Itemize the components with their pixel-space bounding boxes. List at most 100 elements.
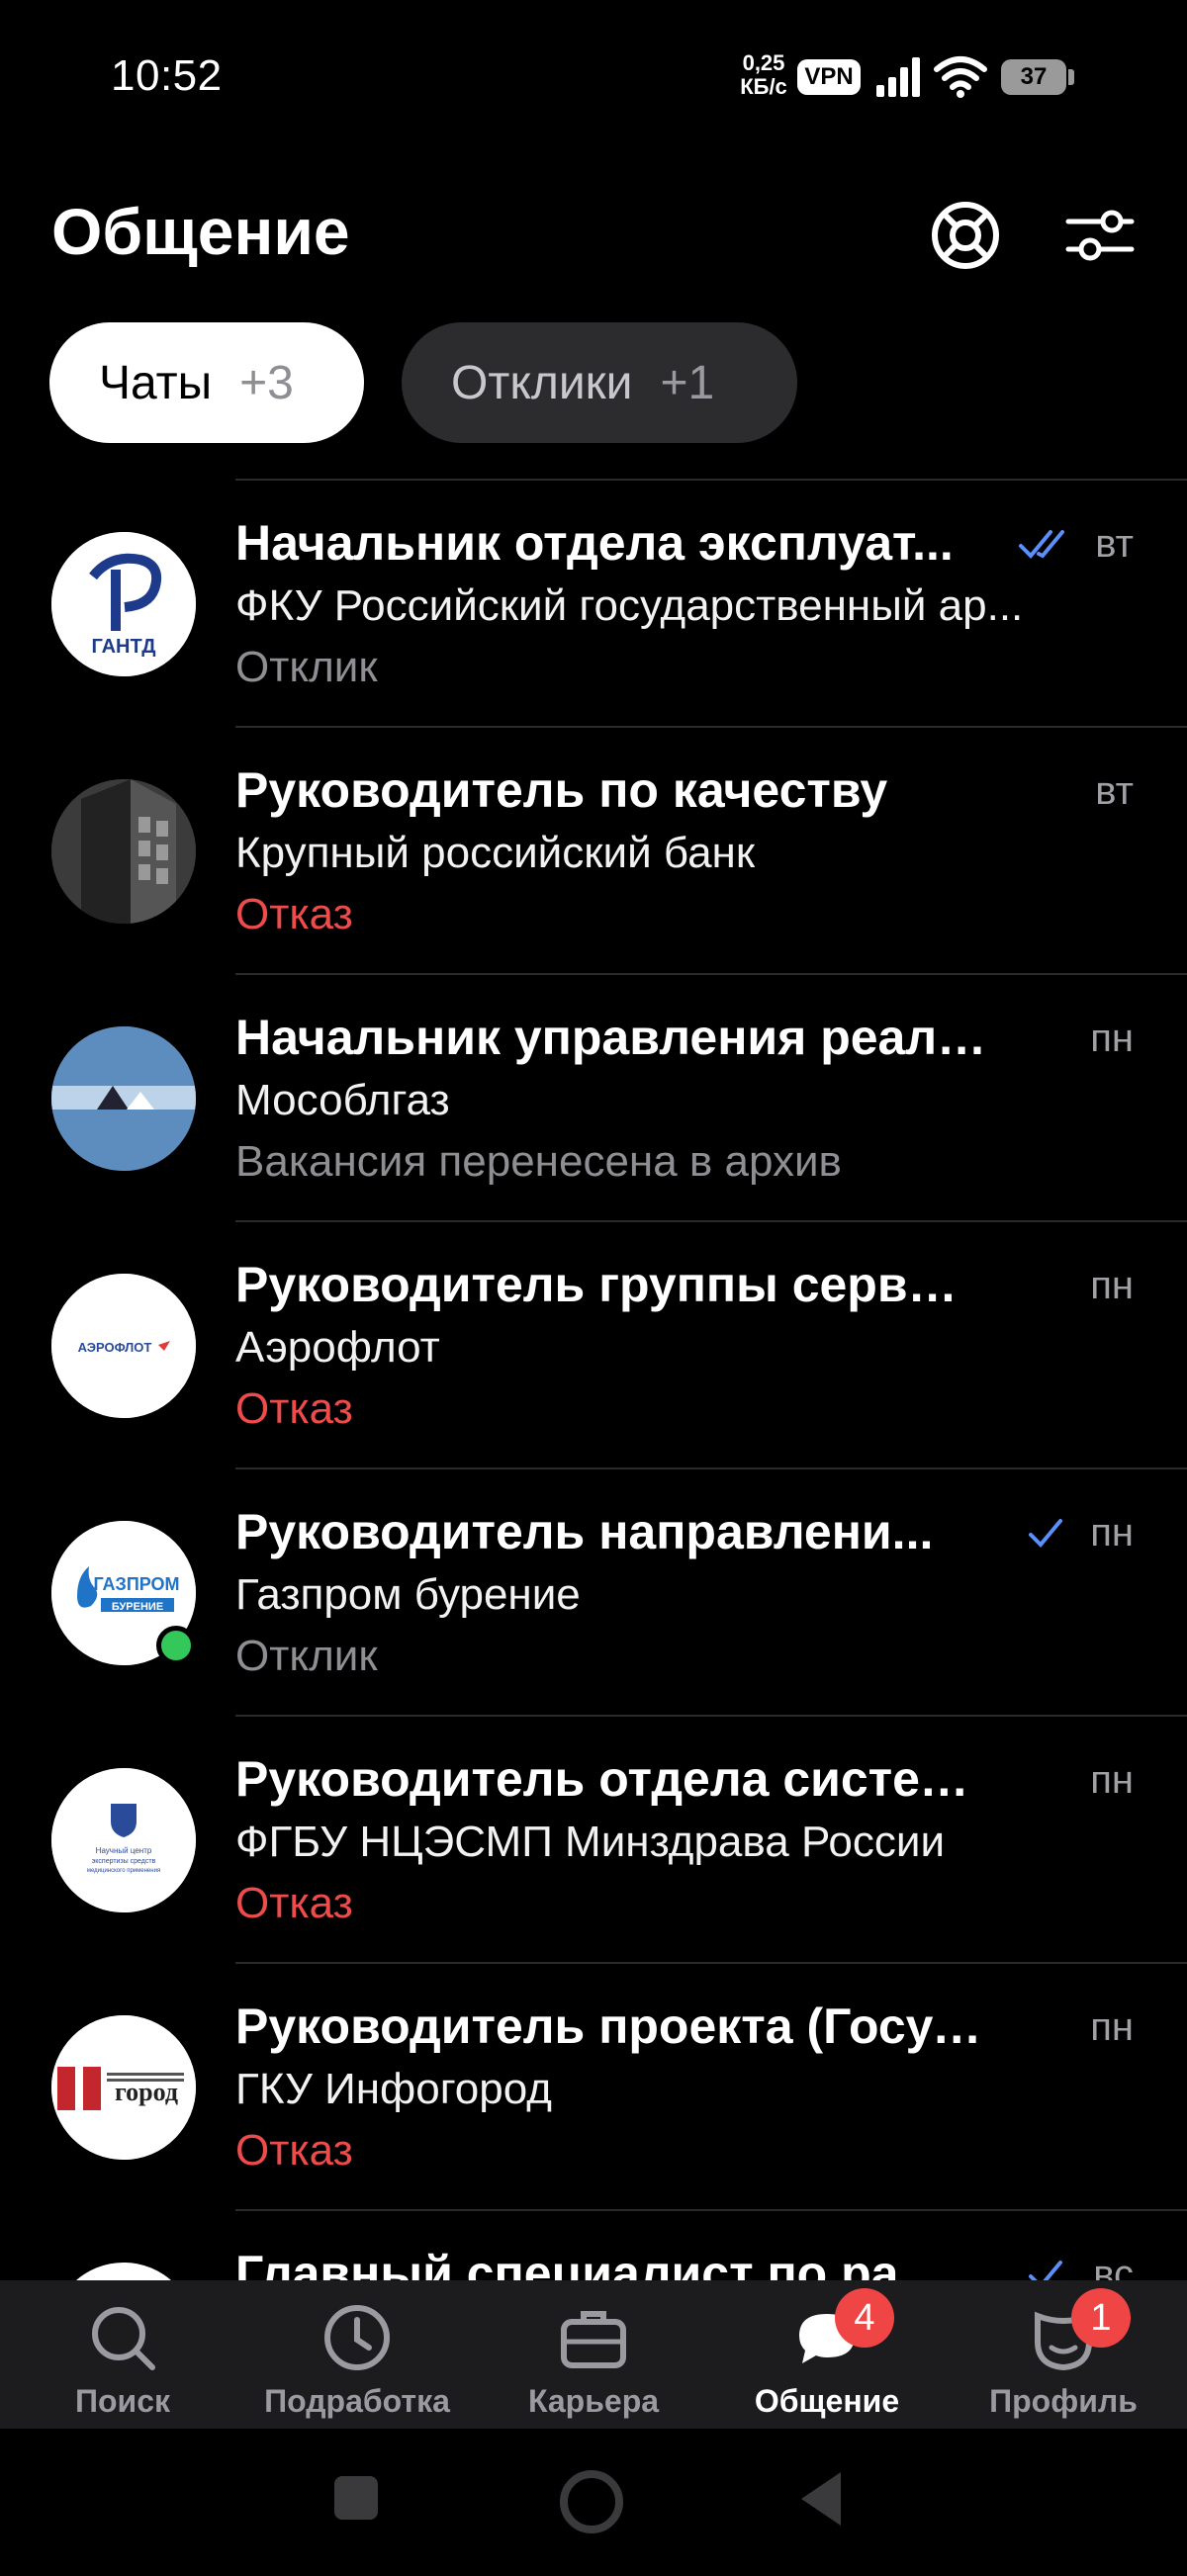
chat-status: Вакансия перенесена в архив — [235, 1137, 842, 1186]
signal-icon — [876, 57, 920, 97]
chat-day: пн — [1090, 1511, 1134, 1554]
chat-title: Главный специалист по ра... — [235, 2246, 941, 2280]
double-check-icon — [1019, 530, 1064, 559]
svg-text:АЭРОФЛОТ: АЭРОФЛОТ — [78, 1340, 152, 1355]
chat-list[interactable]: ГАНТД Начальник отдела эксплуат... вт ФК… — [0, 479, 1187, 2280]
svg-text:ГАЗПРОМ: ГАЗПРОМ — [93, 1574, 179, 1594]
chat-status: Отклик — [235, 1632, 378, 1680]
filter-button[interactable] — [1058, 194, 1141, 277]
chat-company: Аэрофлот — [235, 1323, 440, 1372]
nav-profile[interactable]: 1 Профиль — [945, 2280, 1182, 2429]
building-icon — [51, 779, 196, 924]
chat-company: Крупный российский банк — [235, 829, 756, 877]
tab-responses-label: Отклики — [451, 356, 633, 409]
avatar — [51, 2263, 196, 2280]
chat-title: Начальник управления реали... — [235, 1010, 987, 1065]
infogorod-logo: город — [51, 2015, 196, 2160]
search-icon — [92, 2307, 155, 2370]
nav-side-jobs[interactable]: Подработка — [238, 2280, 476, 2429]
notification-badge: 1 — [1071, 2288, 1131, 2348]
svg-text:город: город — [115, 2078, 178, 2106]
battery-indicator: 37 — [1001, 59, 1066, 95]
tab-chats-label: Чаты — [99, 356, 213, 409]
online-indicator — [156, 1626, 196, 1665]
chat-title: Руководитель по качеству — [235, 762, 888, 818]
nc-esmp-logo: Научный центр экспертизы средств медицин… — [51, 1768, 196, 1912]
chat-item[interactable]: ГАЗПРОМ БУРЕНИЕ Руководитель направлени.… — [0, 1467, 1187, 1715]
tab-chats[interactable]: Чаты +3 — [49, 322, 364, 443]
divider — [235, 1962, 1187, 1964]
chat-day: пн — [1090, 1758, 1134, 1802]
nav-chats[interactable]: 4 Общение — [708, 2280, 946, 2429]
back-button[interactable] — [795, 2468, 845, 2530]
chat-status: Отклик — [235, 643, 378, 691]
chat-status: Отказ — [235, 2126, 353, 2175]
status-time: 10:52 — [111, 51, 223, 100]
avatar: ГАНТД — [51, 532, 196, 676]
check-icon — [1029, 2261, 1062, 2280]
chat-title: Начальник отдела эксплуат... — [235, 515, 954, 571]
chat-item[interactable]: Главный специалист по ра... вс — [0, 2209, 1187, 2280]
chat-status: Отказ — [235, 890, 353, 938]
page-title: Общение — [51, 195, 350, 268]
tab-chats-count: +3 — [239, 356, 294, 409]
tab-responses-count: +1 — [660, 356, 715, 409]
divider — [235, 973, 1187, 975]
home-button[interactable] — [560, 2470, 623, 2533]
divider — [235, 1220, 1187, 1222]
chat-item[interactable]: ГАНТД Начальник отдела эксплуат... вт ФК… — [0, 479, 1187, 726]
divider — [235, 2209, 1187, 2211]
chat-title: Руководитель отдела систем... — [235, 1751, 987, 1807]
svg-text:экспертизы средств: экспертизы средств — [92, 1858, 156, 1865]
bottom-nav: Поиск Подработка Карьера 4 Общение 1 Про… — [0, 2280, 1187, 2429]
chat-company: ГКУ Инфогород — [235, 2065, 552, 2113]
nav-label: Карьера — [527, 2383, 660, 2419]
chat-title: Руководитель группы сервис... — [235, 1257, 987, 1312]
chat-item[interactable]: Руководитель по качеству вт Крупный росс… — [0, 726, 1187, 973]
chat-item[interactable]: АЭРОФЛОТ Руководитель группы сервис... п… — [0, 1220, 1187, 1467]
network-speed: 0,25 КБ/с — [740, 50, 787, 99]
svg-text:медицинского применения: медицинского применения — [87, 1868, 160, 1874]
briefcase-icon — [561, 2311, 626, 2368]
chat-day: вт — [1095, 769, 1134, 813]
avatar — [51, 1026, 196, 1171]
lifebuoy-icon — [932, 202, 999, 269]
chat-item[interactable]: город Руководитель проекта (Госус... пн … — [0, 1962, 1187, 2209]
chat-day: пн — [1090, 1264, 1134, 1307]
aeroflot-logo: АЭРОФЛОТ — [51, 1274, 196, 1418]
chat-title: Руководитель направлени... — [235, 1504, 934, 1559]
divider — [235, 726, 1187, 728]
avatar: АЭРОФЛОТ — [51, 1274, 196, 1418]
avatar: город — [51, 2015, 196, 2160]
chat-day: вт — [1095, 522, 1134, 566]
wifi-icon — [934, 56, 987, 98]
nav-search[interactable]: Поиск — [4, 2280, 241, 2429]
divider — [235, 1467, 1187, 1469]
nav-career[interactable]: Карьера — [475, 2280, 712, 2429]
chat-day: пн — [1090, 2005, 1134, 2049]
chat-title: Руководитель проекта (Госус... — [235, 1999, 987, 2054]
check-icon — [1029, 1519, 1062, 1548]
tab-responses[interactable]: Отклики +1 — [402, 322, 797, 443]
chat-day: вс — [1093, 2253, 1134, 2280]
svg-text:БУРЕНИЕ: БУРЕНИЕ — [112, 1601, 163, 1613]
chat-company: Мособлгаз — [235, 1076, 450, 1124]
chat-company: ФКУ Российский государственный ар... — [235, 581, 1024, 630]
status-bar: 10:52 0,25 КБ/с VPN 37 — [0, 0, 1187, 158]
nav-label: Общение — [754, 2383, 900, 2419]
nav-label: Поиск — [74, 2383, 171, 2419]
chat-item[interactable]: Научный центр экспертизы средств медицин… — [0, 1715, 1187, 1962]
nav-label: Подработка — [264, 2383, 450, 2419]
battery-cap — [1068, 69, 1074, 85]
divider — [235, 479, 1187, 481]
svg-text:ГАНТД: ГАНТД — [92, 636, 156, 658]
chat-item[interactable]: Начальник управления реали... пн Мособлг… — [0, 973, 1187, 1220]
clock-icon — [324, 2305, 390, 2370]
support-button[interactable] — [924, 194, 1007, 277]
svg-text:Научный центр: Научный центр — [96, 1846, 152, 1855]
avatar: Научный центр экспертизы средств медицин… — [51, 1768, 196, 1912]
chat-company: ФГБУ НЦЭСМП Минздрава России — [235, 1818, 946, 1866]
sliders-icon — [1065, 210, 1135, 261]
recent-apps-button[interactable] — [334, 2476, 378, 2520]
chat-status: Отказ — [235, 1879, 353, 1927]
